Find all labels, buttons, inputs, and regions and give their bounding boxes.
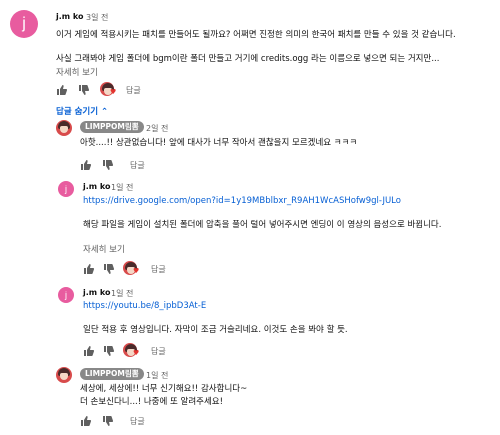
comment-text-line: 세상에, 세상에!! 너무 신기해요!! 감사합니다~ [80,384,248,394]
dislike-icon[interactable] [103,345,115,357]
avatar[interactable]: j [10,10,38,38]
chevron-up-icon: ⌃ [98,107,109,117]
comment-text-line: 사실 그래봐야 게임 폴더에 bgm이란 폴더 만들고 거기에 credits.… [56,54,440,64]
creator-badge[interactable]: LIMPPOM림뽐 [80,121,144,133]
comment-time[interactable]: 1일 전 [111,288,133,299]
comment-actions: 답글 [80,415,170,427]
dislike-icon[interactable] [102,415,114,427]
comment-actions: ♥ 답글 [56,82,166,96]
comment-time[interactable]: 1일 전 [146,370,168,381]
like-icon[interactable] [83,263,95,275]
comment-author[interactable]: j.m ko [83,182,111,191]
creator-badge[interactable]: LIMPPOM림뽐 [80,368,144,380]
comment-time[interactable]: 1일 전 [111,182,133,193]
comment-actions: ♥ 답글 [83,343,193,357]
hide-replies-label: 답글 숨기기 [56,107,99,117]
heart-icon: ♥ [110,88,117,96]
like-icon[interactable] [80,415,92,427]
reply-button[interactable]: 답글 [151,346,166,357]
comment-text-line: 더 손보신다니...! 나중에 또 알려주세요! [80,397,224,407]
comment-time[interactable]: 3일 전 [86,12,108,23]
avatar[interactable]: j [58,181,74,197]
comment-text-line: 아핫....!! 상관없습니다! 앞에 대사가 너무 작아서 괜찮을지 모르겠네… [80,138,358,148]
comment-author[interactable]: j.m ko [83,288,111,297]
comment-text-line: 해당 파일을 게임이 설치된 폴더에 압축을 풀어 털어 넣어주시면 엔딩이 이… [83,220,442,230]
hide-replies-button[interactable]: 답글 숨기기 ⌃ [56,105,108,117]
comment-text-line: 일단 적용 후 영상입니다. 자막이 조금 거슬리네요. 이것도 손을 봐야 할… [83,325,348,335]
comment-actions: ♥ 답글 [83,261,193,275]
dislike-icon[interactable] [78,84,90,96]
avatar[interactable] [56,120,72,136]
heart-icon: ♥ [133,267,140,275]
read-more-link[interactable]: 자세히 보기 [56,66,98,78]
comment-actions: 답글 [80,159,170,171]
like-icon[interactable] [80,159,92,171]
comment-link[interactable]: https://youtu.be/8_ipbD3At-E [83,301,206,311]
comment-link[interactable]: https://drive.google.com/open?id=1y19MBb… [83,196,401,206]
comment-author[interactable]: j.m ko [56,12,84,21]
like-icon[interactable] [56,84,68,96]
dislike-icon[interactable] [102,159,114,171]
reply-button[interactable]: 답글 [126,85,141,96]
heart-icon: ♥ [133,349,140,357]
avatar[interactable] [56,367,72,383]
dislike-icon[interactable] [103,263,115,275]
comment-text-line: 이거 게임에 적용시키는 패치를 만들어도 될까요? 어쩌면 진정한 의미의 한… [56,30,456,40]
reply-button[interactable]: 답글 [130,416,145,427]
read-more-link[interactable]: 자세히 보기 [83,243,125,255]
like-icon[interactable] [83,345,95,357]
reply-button[interactable]: 답글 [130,160,145,171]
comment-time[interactable]: 2일 전 [146,123,168,134]
reply-button[interactable]: 답글 [151,264,166,275]
avatar[interactable]: j [58,287,74,303]
